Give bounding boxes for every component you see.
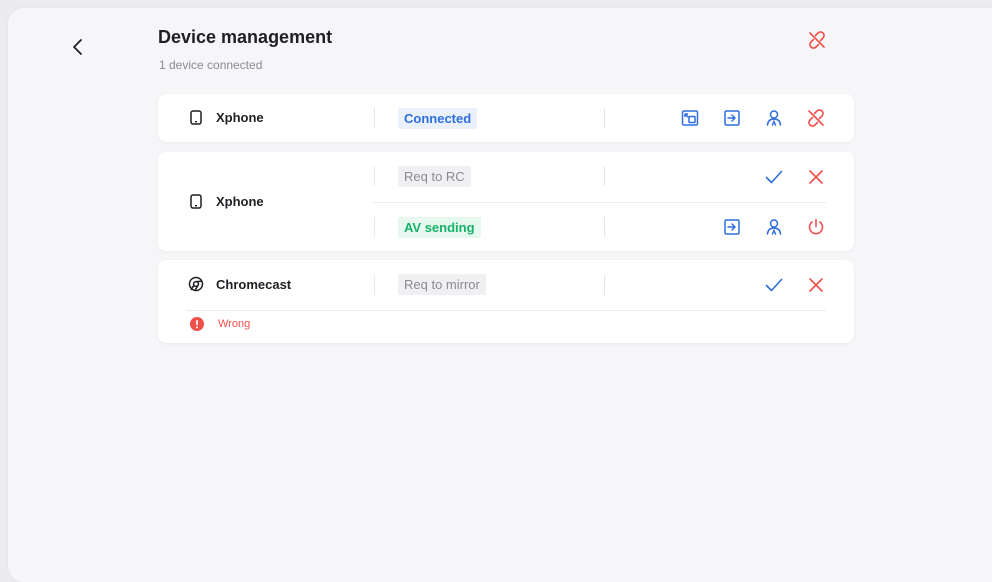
status-badge: Connected (398, 108, 478, 129)
device-name-label: Chromecast (216, 276, 292, 292)
chrome-icon (188, 276, 204, 292)
device-management-panel: Device management 1 device connected Xph… (8, 8, 992, 582)
row-separator (373, 202, 826, 203)
user-button[interactable] (762, 106, 786, 130)
device-card-chromecast: Chromecast Req to mirror Wrong (158, 260, 854, 343)
reject-x-icon (809, 278, 823, 292)
screen-share-icon (681, 110, 699, 126)
error-icon (190, 317, 204, 331)
file-transfer-button[interactable] (720, 106, 744, 130)
device-row: Xphone (188, 109, 264, 125)
reject-button[interactable] (804, 165, 828, 189)
file-transfer-button[interactable] (720, 215, 744, 239)
row-separator (186, 310, 826, 311)
status-badge: Req to RC (398, 166, 471, 187)
back-button[interactable] (64, 33, 92, 61)
accept-check-icon (765, 170, 783, 184)
column-divider (374, 217, 375, 237)
file-transfer-icon (724, 110, 740, 126)
error-text: Wrong (218, 318, 251, 330)
device-card-xphone-requests: Xphone Req to RC AV sending (158, 152, 854, 251)
chevron-left-icon (73, 39, 82, 55)
status-badge: Req to mirror (398, 274, 486, 295)
power-icon (808, 218, 824, 235)
error-message: Wrong (190, 317, 250, 331)
phone-icon (188, 109, 204, 125)
column-divider (374, 166, 375, 186)
column-divider (374, 108, 375, 128)
page-title: Device management (158, 27, 333, 47)
connected-count: 1 device connected (159, 58, 263, 72)
device-name-label: Xphone (216, 109, 264, 125)
device-actions (720, 215, 828, 239)
accept-check-icon (765, 278, 783, 292)
disconnect-button[interactable] (804, 106, 828, 130)
reject-x-icon (809, 170, 823, 184)
accept-button[interactable] (762, 165, 786, 189)
column-divider (604, 275, 605, 295)
file-transfer-icon (724, 219, 740, 235)
device-name-label: Xphone (216, 193, 264, 209)
user-icon (766, 219, 782, 235)
device-card-xphone-connected: Xphone Connected (158, 94, 854, 142)
user-button[interactable] (762, 215, 786, 239)
reject-button[interactable] (804, 273, 828, 297)
column-divider (604, 108, 605, 128)
status-badge: AV sending (398, 217, 481, 238)
column-divider (604, 217, 605, 237)
request-actions (762, 273, 828, 297)
device-actions (678, 106, 828, 130)
user-icon (766, 110, 782, 126)
disconnect-all-button[interactable] (803, 26, 831, 54)
column-divider (604, 166, 605, 186)
power-button[interactable] (804, 215, 828, 239)
disconnect-icon (808, 109, 824, 127)
screen-share-button[interactable] (678, 106, 702, 130)
request-actions (762, 165, 828, 189)
phone-icon (188, 193, 204, 209)
disconnect-icon (809, 31, 825, 49)
accept-button[interactable] (762, 273, 786, 297)
device-row: Chromecast (188, 276, 291, 292)
column-divider (374, 275, 375, 295)
device-row: Xphone (188, 193, 264, 209)
